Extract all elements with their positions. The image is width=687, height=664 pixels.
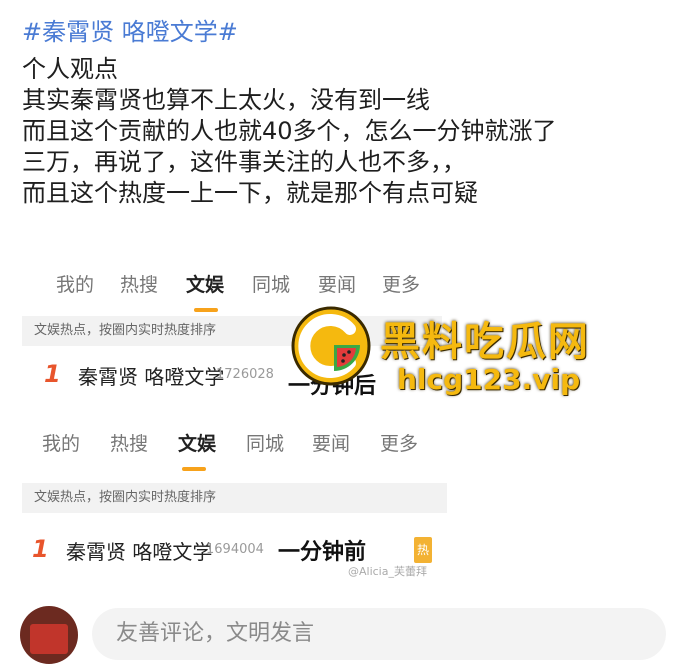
topic-title: 秦霄贤 咯噔文学 <box>78 365 225 389</box>
time-caption: 一分钟前 <box>278 540 367 565</box>
tab-bar: 我的 热搜 文娱 同城 要闻 更多 <box>22 421 447 471</box>
rank-number: 1 <box>44 360 61 388</box>
comment-bar: 友善评论，文明发言 <box>0 600 687 664</box>
avatar-image <box>30 624 68 654</box>
tab-entertainment: 文娱 <box>178 433 217 455</box>
tab-more: 更多 <box>382 274 421 296</box>
ranking-hint: 文娱热点，按圈内实时热度排序 <box>22 483 447 513</box>
tab-local: 同城 <box>246 433 285 455</box>
tab-mine: 我的 <box>56 274 95 296</box>
post-line: 其实秦霄贤也算不上太火，没有到一线 <box>22 86 430 114</box>
post-line: 而且这个贡献的人也就40多个，怎么一分钟就涨了 <box>22 117 557 145</box>
tab-news: 要闻 <box>318 274 357 296</box>
hashtag-link[interactable]: #秦霄贤 咯噔文学# <box>22 14 672 50</box>
topic-title: 秦霄贤 咯噔文学 <box>66 540 213 564</box>
tab-hot-search: 热搜 <box>120 274 159 296</box>
tab-local: 同城 <box>252 274 291 296</box>
tab-hot-search: 热搜 <box>110 433 149 455</box>
melon-logo-icon <box>291 306 371 386</box>
post-line: 而且这个热度一上一下，就是那个有点可疑 <box>22 179 478 207</box>
heat-value: 1726028 <box>216 367 274 382</box>
tab-more: 更多 <box>380 433 419 455</box>
avatar[interactable] <box>20 606 78 664</box>
post-body: #秦霄贤 咯噔文学# 个人观点 其实秦霄贤也算不上太火，没有到一线 而且这个贡献… <box>22 14 672 209</box>
comment-input[interactable]: 友善评论，文明发言 <box>92 608 666 660</box>
tab-mine: 我的 <box>42 433 81 455</box>
active-tab-indicator <box>182 467 206 471</box>
rank-number: 1 <box>32 535 49 563</box>
logo-title: 黑料吃瓜网 <box>380 319 590 365</box>
site-logo-watermark: 黑料吃瓜网 hlcg123.vip <box>290 305 620 405</box>
heat-value: 1694004 <box>206 542 264 557</box>
post-line: 个人观点 <box>22 55 118 83</box>
hot-badge: 热 <box>414 537 432 563</box>
tab-entertainment: 文娱 <box>186 274 225 296</box>
screenshot-watermark: @Alicia_芙蕾拜 <box>348 565 427 578</box>
logo-url: hlcg123.vip <box>397 363 581 396</box>
active-tab-indicator <box>194 308 218 312</box>
post-line: 三万，再说了，这件事关注的人也不多，， <box>22 148 466 176</box>
tab-news: 要闻 <box>312 433 351 455</box>
